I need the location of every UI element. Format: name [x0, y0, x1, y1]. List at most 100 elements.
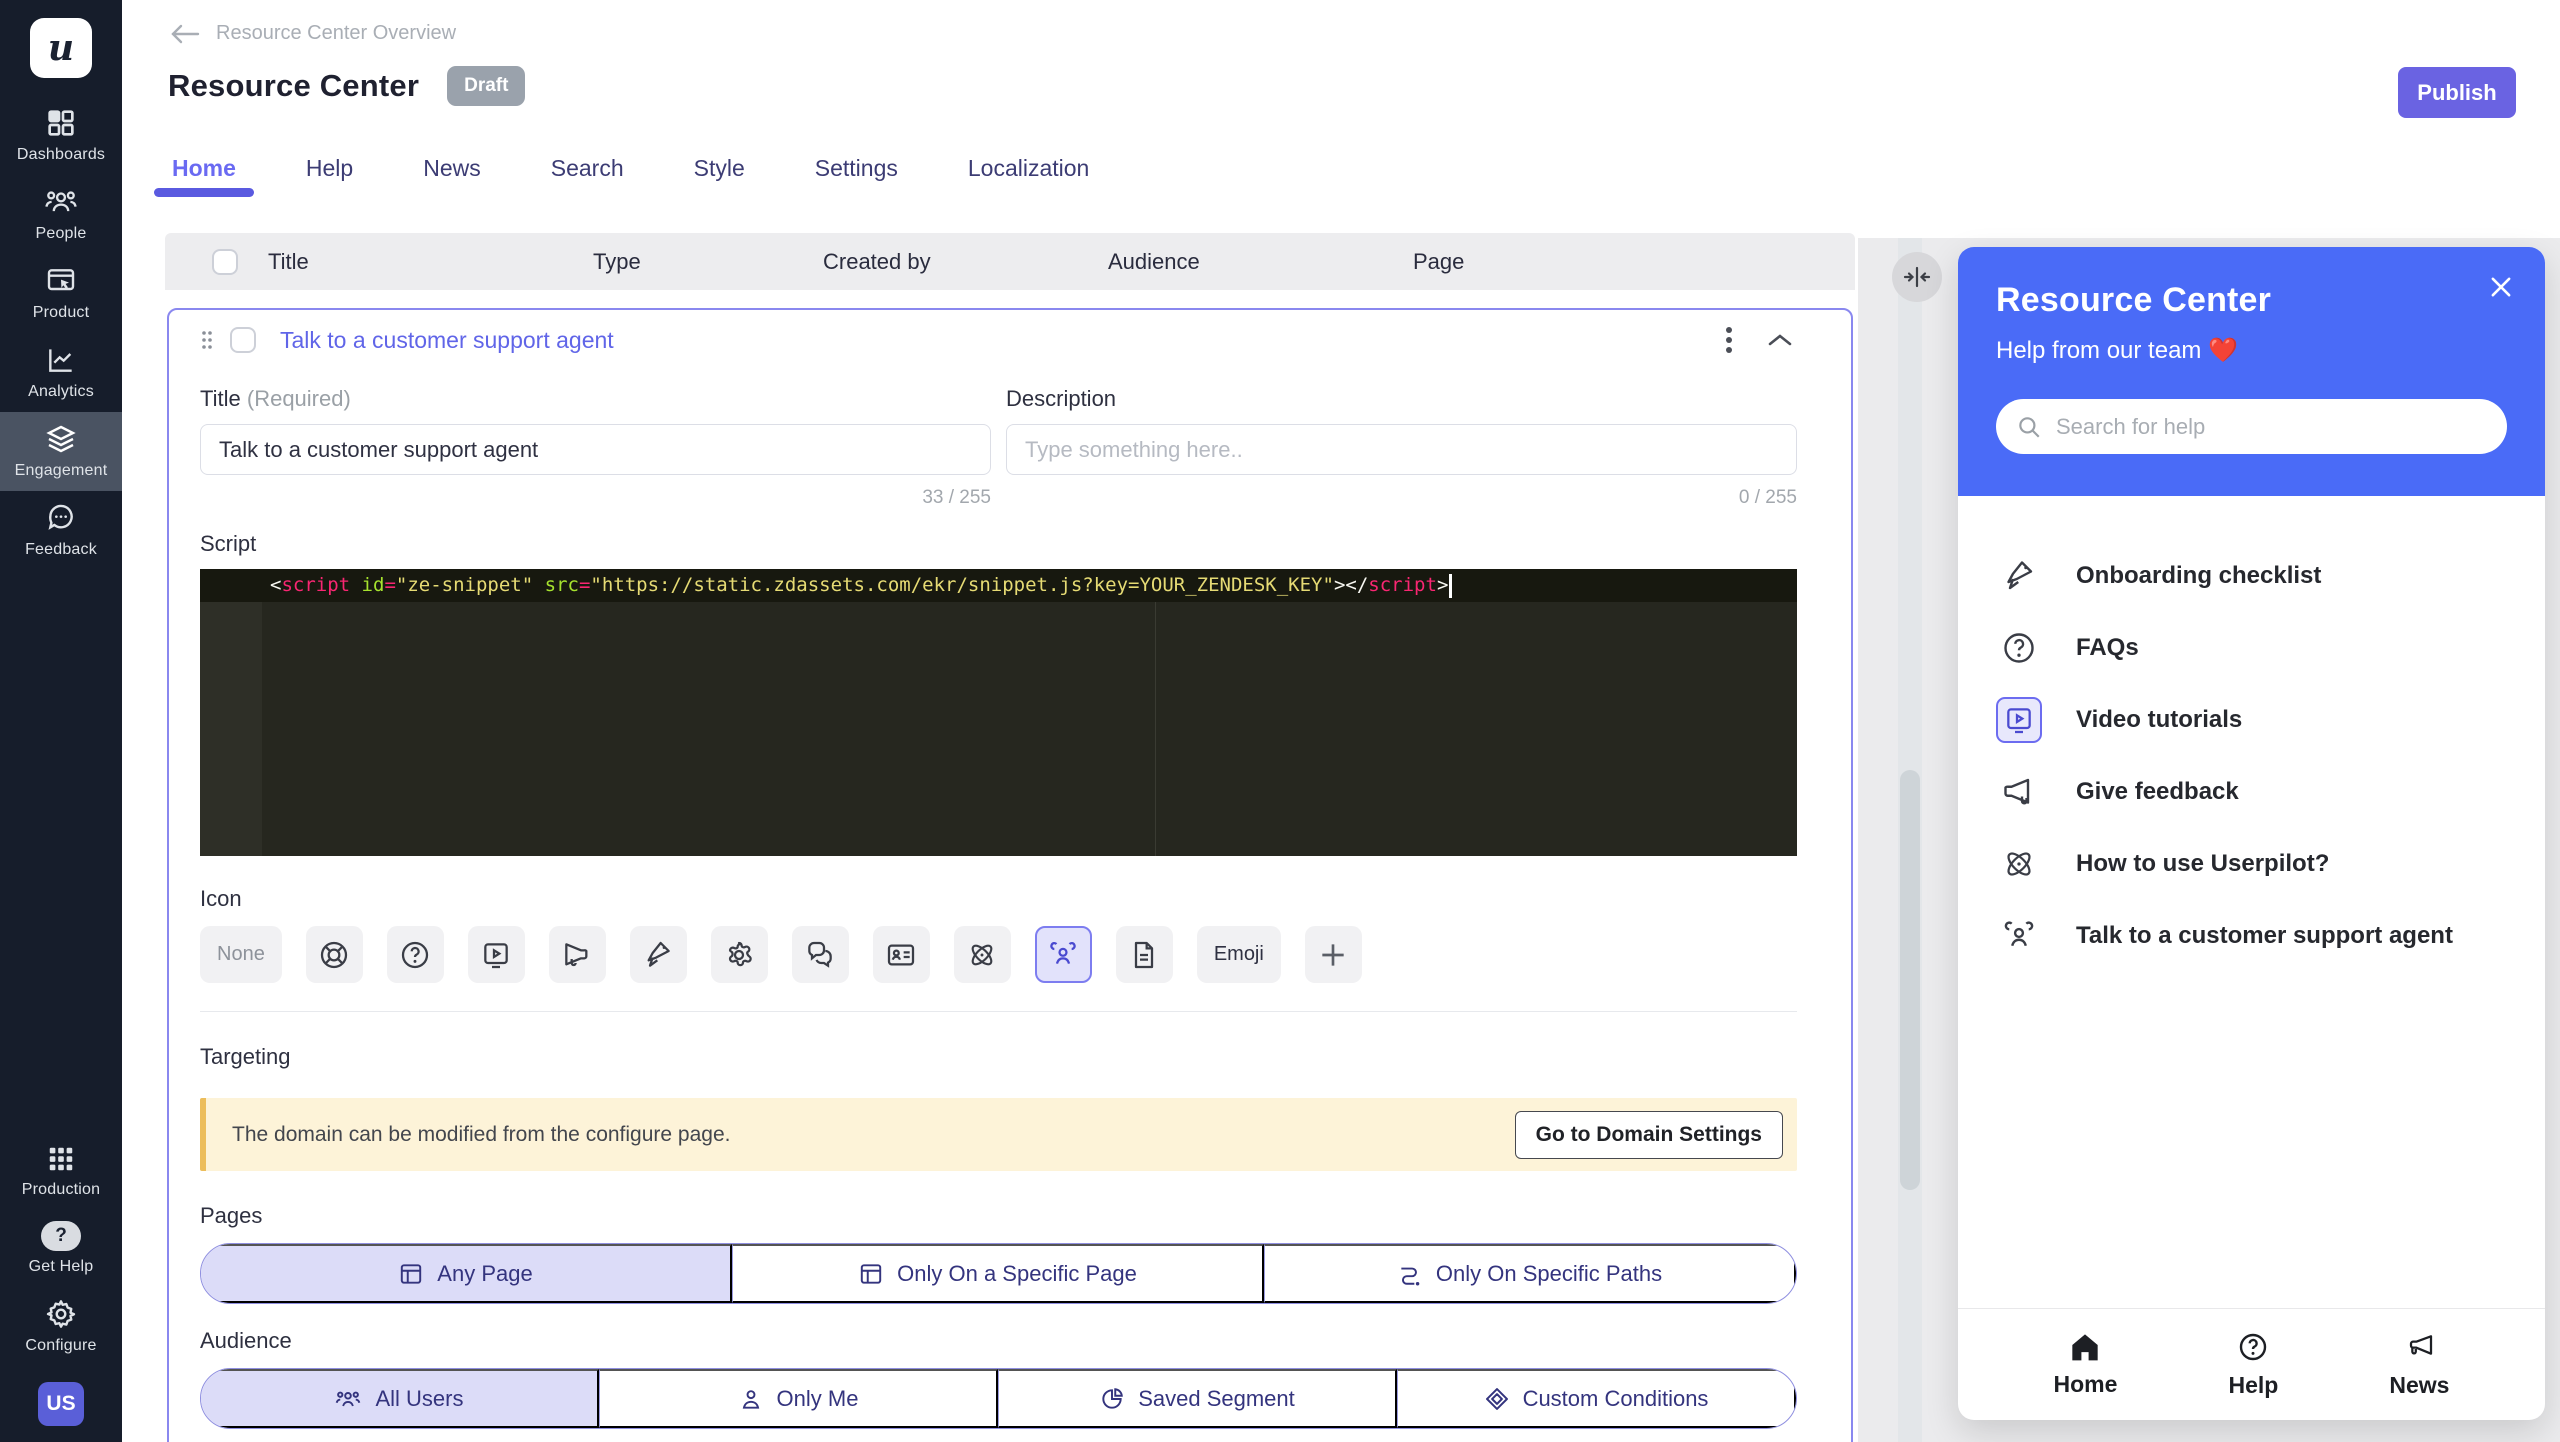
audience-option-custom-conditions[interactable]: Custom Conditions [1397, 1369, 1796, 1428]
breadcrumb[interactable]: Resource Center Overview [170, 22, 456, 45]
icon-option-lifebuoy[interactable] [306, 926, 363, 983]
editor-code-area[interactable]: <script id="ze-snippet" src="https://sta… [262, 569, 1797, 856]
person-icon [738, 1386, 764, 1412]
audience-option-saved-segment[interactable]: Saved Segment [998, 1369, 1397, 1428]
sidebar-item-product[interactable]: Product [0, 254, 122, 333]
tab-help[interactable]: Help [302, 155, 357, 206]
description-field-group: Description 0 / 255 [1006, 386, 1797, 509]
icon-option-chat[interactable] [792, 926, 849, 983]
module-checkbox[interactable] [230, 327, 256, 353]
tab-home[interactable]: Home [168, 155, 240, 206]
sidebar-item-label: Configure [25, 1337, 96, 1355]
preview-title: Resource Center [1996, 281, 2507, 320]
icon-option-video[interactable] [468, 926, 525, 983]
sidebar-item-analytics[interactable]: Analytics [0, 333, 122, 412]
domain-warning-banner: The domain can be modified from the conf… [200, 1098, 1797, 1171]
preview-nav-home[interactable]: Home [2054, 1332, 2118, 1398]
collapse-row-chevron-icon[interactable] [1763, 328, 1797, 352]
preview-nav-news[interactable]: News [2389, 1331, 2449, 1399]
help-icon [2237, 1331, 2269, 1363]
preview-item-video-tutorials[interactable]: Video tutorials [1996, 684, 2507, 756]
tab-style[interactable]: Style [690, 155, 749, 206]
icon-option-emoji[interactable]: Emoji [1197, 926, 1281, 983]
tab-news[interactable]: News [419, 155, 485, 206]
audience-option-only-me[interactable]: Only Me [599, 1369, 998, 1428]
icon-option-announcement[interactable] [630, 926, 687, 983]
search-icon [2016, 414, 2042, 440]
icon-option-none[interactable]: None [200, 926, 282, 983]
text-cursor [1449, 574, 1452, 598]
column-header-type: Type [593, 249, 823, 275]
icon-option-megaphone[interactable] [549, 926, 606, 983]
kebab-menu-icon[interactable] [1721, 321, 1737, 359]
icon-option-people-group[interactable] [1035, 926, 1092, 983]
pages-option-any-page[interactable]: Any Page [201, 1244, 732, 1303]
tab-search[interactable]: Search [547, 155, 628, 206]
tab-settings[interactable]: Settings [811, 155, 902, 206]
audience-option-all-users[interactable]: All Users [201, 1369, 599, 1428]
sidebar-item-label: Dashboards [17, 146, 105, 164]
module-title-link[interactable]: Talk to a customer support agent [280, 327, 614, 354]
preview-item-give-feedback[interactable]: Give feedback [1996, 756, 2507, 828]
preview-item-faqs[interactable]: FAQs [1996, 612, 2507, 684]
people-icon [44, 186, 78, 218]
sidebar-item-dashboards[interactable]: Dashboards [0, 96, 122, 175]
title-field-group: Title (Required) 33 / 255 [200, 386, 991, 509]
title-input[interactable] [200, 424, 991, 475]
preview-search[interactable] [1996, 399, 2507, 454]
sidebar-item-feedback[interactable]: Feedback [0, 491, 122, 570]
module-row-header: Talk to a customer support agent [200, 310, 1797, 370]
userpilot-logo[interactable]: u [30, 18, 92, 78]
sidebar-item-label: Product [33, 304, 90, 322]
preview-item-onboarding-checklist[interactable]: Onboarding checklist [1996, 540, 2507, 612]
preview-item-talk-to-agent[interactable]: Talk to a customer support agent [1996, 900, 2507, 972]
collapse-panel-handle[interactable] [1892, 252, 1942, 302]
script-label: Script [200, 531, 1797, 557]
pages-option-specific-page[interactable]: Only On a Specific Page [732, 1244, 1264, 1303]
sidebar-item-engagement[interactable]: Engagement [0, 412, 122, 491]
sidebar-item-label: Analytics [28, 383, 94, 401]
title-required-hint: (Required) [247, 386, 351, 411]
icon-option-add[interactable] [1305, 926, 1362, 983]
main-scrollbar[interactable] [1898, 238, 1922, 1442]
preview-nav-help[interactable]: Help [2228, 1331, 2278, 1399]
select-all-checkbox[interactable] [212, 249, 238, 275]
sidebar-nav: Dashboards People Product Analytics Enga… [0, 96, 122, 570]
publish-button[interactable]: Publish [2398, 67, 2516, 118]
preview-item-how-to-use[interactable]: How to use Userpilot? [1996, 828, 2507, 900]
app-sidebar: u Dashboards People Product Analytics En… [0, 0, 122, 1442]
pages-option-specific-paths[interactable]: Only On Specific Paths [1264, 1244, 1796, 1303]
targeting-label: Targeting [200, 1044, 1797, 1070]
collapse-arrows-icon [1903, 264, 1931, 290]
module-card: Talk to a customer support agent Title (… [167, 308, 1853, 1442]
atom-icon [1996, 841, 2042, 887]
sidebar-item-people[interactable]: People [0, 175, 122, 254]
back-arrow-icon[interactable] [170, 23, 200, 45]
title-char-counter: 33 / 255 [200, 487, 991, 509]
column-header-created-by: Created by [823, 249, 1108, 275]
browser-icon [398, 1261, 424, 1287]
preview-search-input[interactable] [2056, 414, 2487, 440]
sidebar-item-production[interactable]: Production [0, 1133, 122, 1210]
sidebar-item-configure[interactable]: Configure [0, 1287, 122, 1366]
sidebar-item-get-help[interactable]: ? Get Help [0, 1210, 122, 1287]
description-input[interactable] [1006, 424, 1797, 475]
icon-option-id-card[interactable] [873, 926, 930, 983]
resource-center-preview: Resource Center Help from our team ❤️ On… [1958, 247, 2545, 1420]
close-icon[interactable] [2483, 269, 2519, 305]
icon-option-gear[interactable] [711, 926, 768, 983]
people-group-icon [1996, 913, 2042, 959]
user-avatar[interactable]: US [38, 1382, 84, 1426]
configure-icon [45, 1298, 77, 1330]
drag-handle-icon[interactable] [200, 329, 214, 351]
icon-option-document[interactable] [1116, 926, 1173, 983]
column-header-page: Page [1413, 249, 1855, 275]
script-code-editor[interactable]: 1 <script id="ze-snippet" src="https://s… [200, 569, 1797, 856]
tab-localization[interactable]: Localization [964, 155, 1093, 206]
icon-option-question[interactable] [387, 926, 444, 983]
icon-option-atom[interactable] [954, 926, 1011, 983]
scrollbar-thumb[interactable] [1900, 770, 1920, 1190]
preview-bottom-nav: Home Help News [1958, 1308, 2545, 1420]
go-to-domain-settings-button[interactable]: Go to Domain Settings [1515, 1111, 1783, 1159]
pages-segmented-control: Any Page Only On a Specific Page Only On… [200, 1243, 1797, 1304]
